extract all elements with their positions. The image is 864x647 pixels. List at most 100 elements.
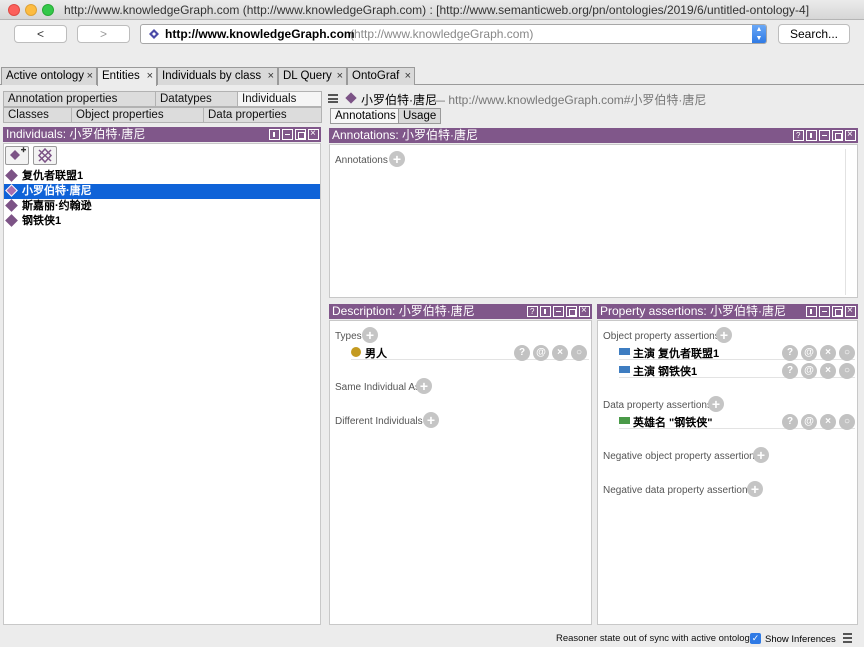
delete-button[interactable]: × bbox=[820, 345, 836, 361]
add-annotation-button[interactable]: + bbox=[389, 151, 405, 167]
help-icon[interactable] bbox=[793, 130, 804, 141]
list-item[interactable]: 复仇者联盟1 bbox=[4, 169, 320, 184]
delete-button[interactable]: × bbox=[820, 414, 836, 430]
object-row-actions: ? @ × ○ bbox=[782, 345, 855, 361]
annotations-panel-header: Annotations: 小罗伯特·唐尼 bbox=[329, 128, 858, 143]
annotations-panel bbox=[329, 144, 858, 298]
maximize-icon[interactable] bbox=[295, 129, 306, 140]
tab-data-properties[interactable]: Data properties bbox=[203, 107, 322, 123]
tab-datatypes[interactable]: Datatypes bbox=[155, 91, 238, 107]
close-window-button[interactable] bbox=[8, 4, 20, 16]
tab-annotation-properties[interactable]: Annotation properties bbox=[3, 91, 156, 107]
tab-usage[interactable]: Usage bbox=[398, 108, 442, 124]
delete-individual-button[interactable] bbox=[33, 146, 57, 165]
tab-classes[interactable]: Classes bbox=[3, 107, 72, 123]
split-view-icon[interactable] bbox=[806, 130, 817, 141]
tab-individuals[interactable]: Individuals bbox=[237, 91, 322, 107]
data-row-actions: ? @ × ○ bbox=[782, 414, 855, 430]
add-individual-button[interactable] bbox=[5, 146, 29, 165]
minimize-icon[interactable] bbox=[819, 130, 830, 141]
forward-button[interactable]: > bbox=[77, 25, 130, 43]
individual-icon bbox=[345, 92, 357, 104]
individual-icon bbox=[5, 199, 18, 212]
explain-button[interactable]: ? bbox=[514, 345, 530, 361]
add-negative-object-assertion-button[interactable]: + bbox=[753, 447, 769, 463]
object-row-actions: ? @ × ○ bbox=[782, 363, 855, 379]
minimize-icon[interactable] bbox=[819, 306, 830, 317]
maximize-icon[interactable] bbox=[832, 130, 843, 141]
maximize-icon[interactable] bbox=[566, 306, 577, 317]
list-item[interactable]: 钢铁侠1 bbox=[4, 214, 320, 229]
description-panel-title: Description: 小罗伯特·唐尼 bbox=[332, 304, 475, 318]
annotate-button[interactable]: @ bbox=[801, 363, 817, 379]
ontology-selector[interactable]: http://www.knowledgeGraph.com (http://ww… bbox=[140, 24, 767, 44]
split-view-icon[interactable] bbox=[540, 306, 551, 317]
close-icon[interactable]: × bbox=[337, 68, 343, 84]
object-assertions-label: Object property assertions bbox=[603, 331, 720, 342]
description-panel-header: Description: 小罗伯特·唐尼 bbox=[329, 304, 592, 319]
list-item[interactable]: 斯嘉丽·约翰逊 bbox=[4, 199, 320, 214]
close-icon[interactable] bbox=[845, 306, 856, 317]
close-icon[interactable] bbox=[845, 130, 856, 141]
menu-icon[interactable] bbox=[328, 94, 338, 103]
add-negative-data-assertion-button[interactable]: + bbox=[747, 481, 763, 497]
individual-icon bbox=[5, 214, 18, 227]
add-object-assertion-button[interactable]: + bbox=[716, 327, 732, 343]
edit-button[interactable]: ○ bbox=[839, 414, 855, 430]
minimize-icon[interactable] bbox=[282, 129, 293, 140]
chevron-updown-icon[interactable]: ▲ ▼ bbox=[752, 25, 766, 43]
edit-button[interactable]: ○ bbox=[571, 345, 587, 361]
minimize-window-button[interactable] bbox=[25, 4, 37, 16]
tab-dl-query[interactable]: DL Query × bbox=[278, 67, 347, 85]
close-icon[interactable]: × bbox=[147, 68, 153, 84]
object-property-icon bbox=[619, 348, 630, 355]
list-item[interactable]: 小罗伯特·唐尼 bbox=[4, 184, 320, 199]
tab-active-ontology[interactable]: Active ontology × bbox=[1, 67, 97, 85]
property-panel-title: Property assertions: 小罗伯特·唐尼 bbox=[600, 304, 787, 318]
close-icon[interactable]: × bbox=[405, 68, 411, 84]
close-icon[interactable] bbox=[579, 306, 590, 317]
tab-ontograf[interactable]: OntoGraf × bbox=[347, 67, 415, 85]
tab-annotations[interactable]: Annotations bbox=[330, 108, 401, 124]
explain-button[interactable]: ? bbox=[782, 363, 798, 379]
tab-entities[interactable]: Entities × bbox=[97, 67, 157, 86]
scrollbar[interactable] bbox=[845, 149, 857, 295]
minimize-icon[interactable] bbox=[553, 306, 564, 317]
entity-iri: — http://www.knowledgeGraph.com#小罗伯特·唐尼 bbox=[433, 93, 707, 107]
explain-button[interactable]: ? bbox=[782, 345, 798, 361]
close-icon[interactable]: × bbox=[268, 68, 274, 84]
annotate-button[interactable]: @ bbox=[533, 345, 549, 361]
help-icon[interactable] bbox=[527, 306, 538, 317]
different-individuals-label: Different Individuals bbox=[335, 416, 423, 427]
show-inferences-checkbox[interactable]: ✓ bbox=[750, 633, 761, 644]
delete-button[interactable]: × bbox=[820, 363, 836, 379]
close-icon[interactable]: × bbox=[87, 68, 93, 84]
edit-button[interactable]: ○ bbox=[839, 363, 855, 379]
search-button[interactable]: Search... bbox=[778, 24, 850, 44]
ontology-iri: http://www.knowledgeGraph.com bbox=[165, 27, 355, 41]
add-data-assertion-button[interactable]: + bbox=[708, 396, 724, 412]
annotate-button[interactable]: @ bbox=[801, 345, 817, 361]
add-same-individual-button[interactable]: + bbox=[416, 378, 432, 394]
class-icon bbox=[351, 347, 361, 357]
entity-name: 小罗伯特·唐尼 bbox=[361, 93, 437, 107]
split-view-icon[interactable] bbox=[269, 129, 280, 140]
menu-icon[interactable] bbox=[843, 633, 852, 643]
explain-button[interactable]: ? bbox=[782, 414, 798, 430]
edit-button[interactable]: ○ bbox=[839, 345, 855, 361]
individuals-panel-title: Individuals: 小罗伯特·唐尼 bbox=[6, 127, 146, 141]
types-label: Types bbox=[335, 331, 362, 342]
tab-individuals-by-class[interactable]: Individuals by class × bbox=[157, 67, 278, 85]
ontology-iri-paren: (http://www.knowledgeGraph.com) bbox=[350, 27, 534, 41]
description-panel bbox=[329, 320, 592, 625]
zoom-window-button[interactable] bbox=[42, 4, 54, 16]
close-icon[interactable] bbox=[308, 129, 319, 140]
add-type-button[interactable]: + bbox=[362, 327, 378, 343]
delete-button[interactable]: × bbox=[552, 345, 568, 361]
tab-object-properties[interactable]: Object properties bbox=[71, 107, 204, 123]
add-different-individual-button[interactable]: + bbox=[423, 412, 439, 428]
maximize-icon[interactable] bbox=[832, 306, 843, 317]
annotate-button[interactable]: @ bbox=[801, 414, 817, 430]
split-view-icon[interactable] bbox=[806, 306, 817, 317]
back-button[interactable]: < bbox=[14, 25, 67, 43]
